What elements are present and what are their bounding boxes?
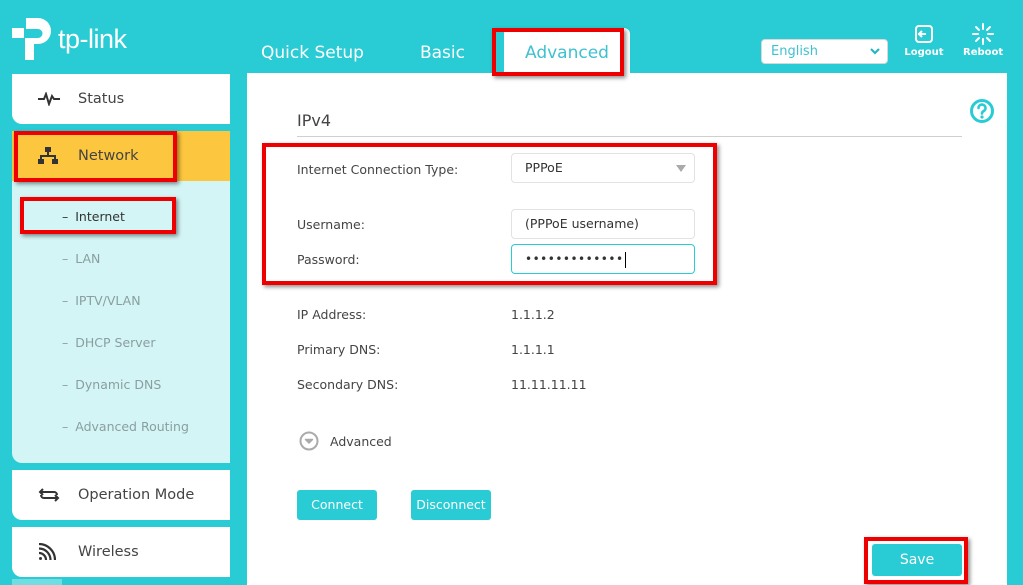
submenu-item-dhcp-server[interactable]: – DHCP Server bbox=[62, 335, 156, 350]
sidebar-item-status[interactable]: Status bbox=[12, 74, 230, 124]
save-button[interactable]: Save bbox=[872, 544, 962, 576]
section-title: IPv4 bbox=[297, 111, 332, 130]
username-value: (PPPoE username) bbox=[525, 216, 639, 231]
tab-basic[interactable]: Basic bbox=[403, 28, 482, 74]
network-icon bbox=[38, 147, 78, 165]
disconnect-button[interactable]: Disconnect bbox=[411, 490, 491, 520]
reboot-button[interactable]: Reboot bbox=[963, 23, 1003, 58]
ip-address-label: IP Address: bbox=[297, 307, 367, 322]
section-divider bbox=[297, 136, 962, 137]
wireless-icon bbox=[38, 543, 78, 561]
pulse-icon bbox=[38, 92, 78, 106]
sidebar-item-network[interactable]: Network bbox=[12, 131, 230, 181]
sidebar-item-label: Wireless bbox=[78, 544, 139, 560]
connection-type-label: Internet Connection Type: bbox=[297, 162, 459, 177]
tp-link-logo-icon bbox=[12, 18, 51, 60]
text-caret bbox=[624, 251, 626, 268]
logout-label: Logout bbox=[904, 47, 944, 58]
sidebar-item-label: Status bbox=[78, 91, 125, 107]
secondary-dns-label: Secondary DNS: bbox=[297, 377, 399, 392]
username-label: Username: bbox=[297, 217, 365, 232]
sidebar-item-label: Operation Mode bbox=[78, 487, 195, 503]
advanced-toggle[interactable]: Advanced bbox=[299, 431, 392, 451]
chevron-down-icon bbox=[870, 40, 880, 71]
sidebar-item-wireless[interactable]: Wireless bbox=[12, 527, 230, 577]
network-submenu: – Internet – LAN – IPTV/VLAN – DHCP Server –… bbox=[12, 181, 230, 463]
primary-dns-label: Primary DNS: bbox=[297, 342, 381, 357]
tp-link-logo: tp-link bbox=[12, 16, 127, 62]
submenu-item-dynamic-dns[interactable]: – Dynamic DNS bbox=[62, 377, 161, 392]
submenu-item-internet[interactable]: – Internet bbox=[62, 209, 125, 224]
submenu-item-iptv-vlan[interactable]: – IPTV/VLAN bbox=[62, 293, 141, 308]
primary-dns-value: 1.1.1.1 bbox=[511, 342, 555, 357]
reboot-icon bbox=[963, 23, 1003, 45]
connect-button[interactable]: Connect bbox=[297, 490, 377, 520]
secondary-dns-value: 11.11.11.11 bbox=[511, 377, 587, 392]
reboot-label: Reboot bbox=[963, 47, 1004, 58]
tab-advanced[interactable]: Advanced bbox=[503, 28, 630, 74]
password-value: ••••••••••••• bbox=[525, 252, 624, 266]
language-select[interactable]: English bbox=[761, 39, 888, 64]
username-input[interactable]: (PPPoE username) bbox=[511, 209, 695, 239]
logout-icon bbox=[904, 23, 944, 45]
connection-type-select[interactable]: PPPoE bbox=[511, 153, 695, 183]
help-icon[interactable] bbox=[969, 98, 995, 128]
scrollbar-thumb[interactable] bbox=[12, 579, 62, 585]
connection-type-value: PPPoE bbox=[525, 160, 563, 175]
sidebar-item-label: Network bbox=[78, 148, 139, 164]
logout-button[interactable]: Logout bbox=[904, 23, 944, 58]
top-nav: Quick Setup Basic Advanced bbox=[244, 28, 630, 74]
operation-mode-icon bbox=[38, 486, 78, 504]
submenu-item-advanced-routing[interactable]: – Advanced Routing bbox=[62, 419, 189, 434]
submenu-item-lan[interactable]: – LAN bbox=[62, 251, 100, 266]
tab-quick-setup[interactable]: Quick Setup bbox=[244, 28, 381, 74]
expand-circle-icon bbox=[299, 431, 319, 451]
language-value: English bbox=[771, 44, 818, 59]
password-label: Password: bbox=[297, 252, 360, 267]
dropdown-arrow-icon bbox=[676, 165, 686, 172]
ip-address-value: 1.1.1.2 bbox=[511, 307, 555, 322]
sidebar-item-operation-mode[interactable]: Operation Mode bbox=[12, 470, 230, 520]
brand-name: tp-link bbox=[58, 23, 127, 54]
main-panel: IPv4 Internet Connection Type: PPPoE Use… bbox=[247, 73, 1007, 585]
password-input[interactable]: ••••••••••••• bbox=[511, 244, 695, 274]
advanced-label: Advanced bbox=[330, 433, 392, 449]
